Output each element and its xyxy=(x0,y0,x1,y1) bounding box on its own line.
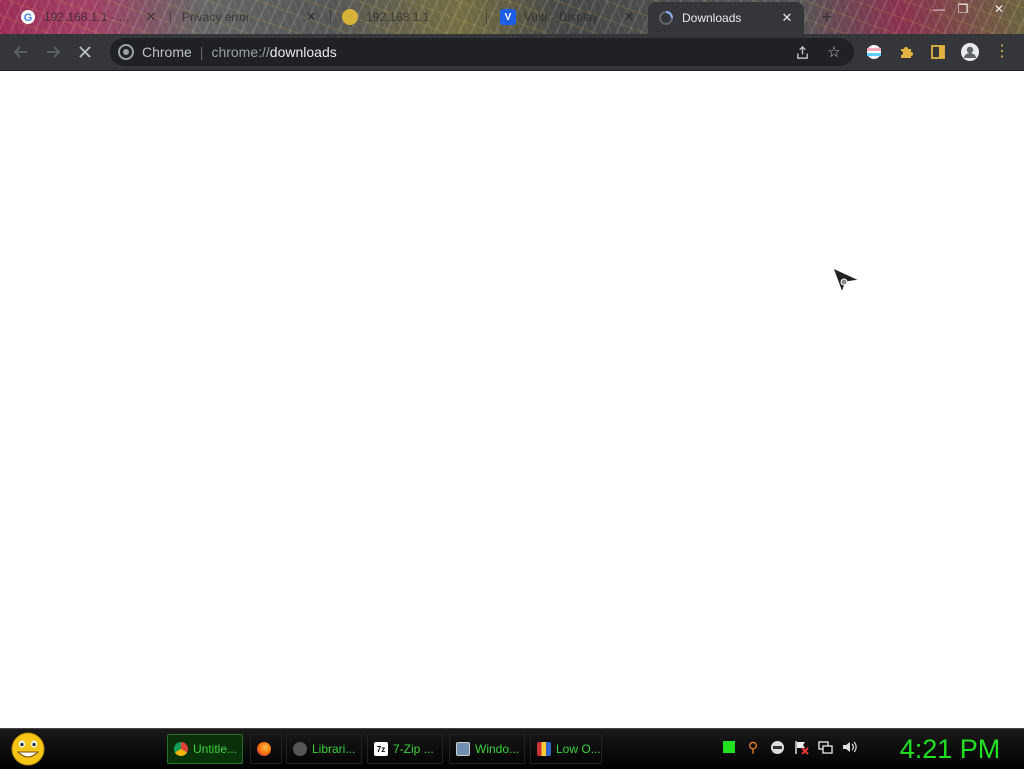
library-icon xyxy=(293,742,307,756)
tab-2-close-icon[interactable]: ✕ xyxy=(304,9,318,25)
tab-separator xyxy=(170,10,171,24)
new-tab-button[interactable]: + xyxy=(817,7,837,27)
downloads-loading-icon xyxy=(658,10,674,26)
taskbar-item-7zip[interactable]: 7z 7-Zip ... xyxy=(367,734,443,764)
chrome-site-icon xyxy=(118,44,134,60)
side-panel-icon xyxy=(931,45,945,59)
flag-circle-icon xyxy=(867,45,881,59)
taskbar-item-firefox[interactable] xyxy=(250,734,282,764)
taskbar-item-low[interactable]: Low O... xyxy=(530,734,602,764)
mouse-cursor-icon xyxy=(832,267,861,293)
page-content xyxy=(0,71,1024,728)
forward-button[interactable] xyxy=(40,40,66,64)
7zip-icon: 7z xyxy=(374,742,388,756)
tab-1-title: 192.168.1.1 - Goo xyxy=(44,10,136,24)
network-icon[interactable] xyxy=(817,739,833,755)
restore-icon[interactable]: ❐ xyxy=(952,0,974,18)
tab-5-close-icon[interactable]: ✕ xyxy=(780,10,794,26)
smiley-start-icon xyxy=(11,732,45,766)
bookmark-star-icon[interactable]: ☆ xyxy=(824,42,844,62)
site-chip: Chrome xyxy=(142,44,192,60)
taskbar-item-label: Windo... xyxy=(475,742,520,756)
site-icon xyxy=(342,9,358,25)
taskbar-item-label: Untitle... xyxy=(193,742,238,756)
extensions-button[interactable] xyxy=(893,40,919,64)
window-icon xyxy=(456,742,470,756)
taskbar-item-windows[interactable]: Windo... xyxy=(449,734,525,764)
profile-flag-extension-button[interactable] xyxy=(861,40,887,64)
menu-button[interactable]: ⋮ xyxy=(989,40,1015,64)
tab-2-title: Privacy error xyxy=(182,10,251,24)
taskbar-item-label: Librari... xyxy=(312,742,356,756)
back-arrow-icon xyxy=(13,46,27,58)
forward-arrow-icon xyxy=(47,46,61,58)
tab-1[interactable]: G 192.168.1.1 - Goo ✕ xyxy=(10,3,168,31)
browser-toolbar: Chrome | chrome://downloads ☆ ⋮ xyxy=(0,34,1024,71)
url-scheme: chrome:// xyxy=(211,44,270,60)
profile-button[interactable] xyxy=(957,40,983,64)
tab-3[interactable]: 192.168.1.1 xyxy=(332,3,482,31)
kebab-menu-icon: ⋮ xyxy=(994,43,1010,60)
address-bar[interactable]: Chrome | chrome://downloads ☆ xyxy=(110,38,854,66)
chrome-icon xyxy=(174,742,188,756)
tab-4-title: Vultr - Display xyxy=(524,10,599,24)
tab-3-title: 192.168.1.1 xyxy=(366,10,430,24)
tab-separator xyxy=(486,10,487,24)
taskbar-item-libraries[interactable]: Librari... xyxy=(286,734,362,764)
tab-2[interactable]: Privacy error ✕ xyxy=(172,3,328,31)
close-window-icon[interactable]: ✕ xyxy=(988,0,1010,18)
taskbar-item-label: Low O... xyxy=(556,742,601,756)
app-icon xyxy=(537,742,551,756)
stop-icon xyxy=(79,46,91,58)
taskbar-clock[interactable]: 4:21 PM xyxy=(884,731,1016,767)
chip-divider: | xyxy=(199,44,204,60)
volume-icon[interactable] xyxy=(841,739,857,755)
stop-loading-button[interactable] xyxy=(72,40,98,64)
svg-text:G: G xyxy=(24,12,33,24)
start-button[interactable] xyxy=(10,732,46,766)
tab-5-active[interactable]: Downloads ✕ xyxy=(648,2,804,34)
minimize-icon[interactable]: — xyxy=(928,0,950,18)
tab-5-title: Downloads xyxy=(682,11,742,25)
puzzle-icon xyxy=(901,47,913,58)
google-g-icon: G xyxy=(20,9,36,25)
tab-1-close-icon[interactable]: ✕ xyxy=(144,9,158,25)
taskbar: Untitle... Librari... 7z 7-Zip ... Windo… xyxy=(0,728,1024,769)
firefox-icon xyxy=(257,742,271,756)
url-host: downloads xyxy=(269,44,337,60)
taskbar-item-label: 7-Zip ... xyxy=(393,742,434,756)
search-tray-icon[interactable]: ⚲ xyxy=(745,739,761,755)
avatar-icon xyxy=(961,43,979,61)
tab-strip: G 192.168.1.1 - Goo ✕ Privacy error ✕ 19… xyxy=(0,0,1024,34)
blocked-tray-icon[interactable] xyxy=(769,739,785,755)
action-center-flag-icon[interactable] xyxy=(793,739,809,755)
green-status-icon[interactable] xyxy=(721,739,737,755)
taskbar-item-chrome[interactable]: Untitle... xyxy=(167,734,243,764)
share-icon[interactable] xyxy=(792,42,812,62)
vultr-icon: V xyxy=(500,9,516,25)
side-panel-button[interactable] xyxy=(925,40,951,64)
tab-4-close-icon[interactable]: ✕ xyxy=(622,9,636,25)
back-button[interactable] xyxy=(8,40,34,64)
tab-separator xyxy=(330,10,331,24)
tab-4[interactable]: V Vultr - Display ✕ xyxy=(490,3,646,31)
